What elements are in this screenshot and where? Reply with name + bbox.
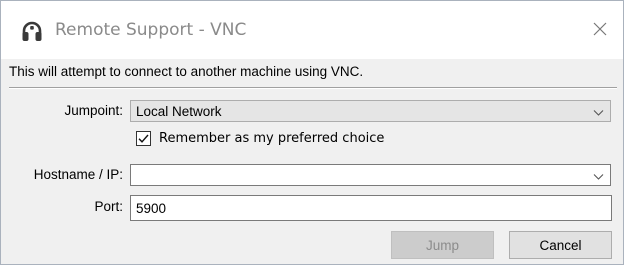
checkmark-icon — [138, 134, 149, 143]
port-value: 5900 — [136, 201, 167, 216]
cancel-button[interactable]: Cancel — [509, 231, 612, 259]
window-title: Remote Support - VNC — [55, 20, 247, 40]
chevron-down-icon[interactable] — [593, 170, 604, 181]
title-bar: Remote Support - VNC — [1, 1, 623, 59]
remember-preference-checkbox[interactable]: Remember as my preferred choice — [136, 131, 384, 146]
jump-button-label: Jump — [425, 237, 459, 253]
port-input[interactable]: 5900 — [130, 195, 612, 221]
port-label: Port: — [94, 199, 123, 214]
checkbox-box[interactable] — [136, 131, 151, 146]
headset-icon — [21, 21, 43, 43]
chevron-down-icon — [593, 106, 604, 117]
remember-label: Remember as my preferred choice — [159, 131, 385, 146]
hostname-label: Hostname / IP: — [33, 167, 123, 182]
jumpoint-label: Jumpoint: — [64, 103, 123, 118]
jumpoint-dropdown[interactable]: Local Network — [130, 100, 611, 122]
hostname-combobox[interactable] — [130, 164, 611, 186]
jump-button[interactable]: Jump — [391, 231, 494, 259]
divider — [9, 87, 617, 89]
close-icon — [593, 22, 607, 39]
close-button[interactable] — [585, 15, 615, 45]
intro-text: This will attempt to connect to another … — [9, 64, 364, 79]
jumpoint-value: Local Network — [136, 104, 222, 119]
vnc-dialog: Remote Support - VNC This will attempt t… — [0, 0, 624, 265]
cancel-button-label: Cancel — [539, 237, 582, 253]
